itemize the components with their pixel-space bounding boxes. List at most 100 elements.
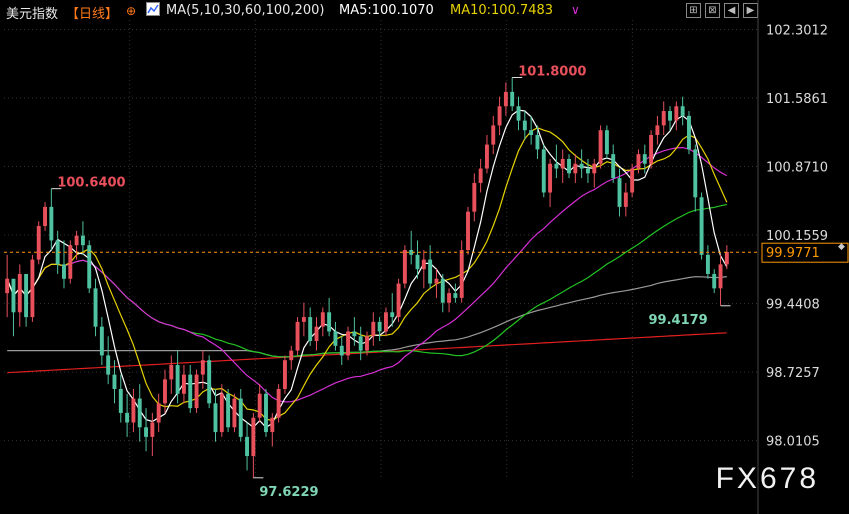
candle [541,144,546,198]
candle-body [718,264,723,289]
candle-body [522,120,527,131]
candle-body [169,365,174,380]
candle-body [642,154,647,164]
candle [371,312,376,346]
candle-body [535,135,540,150]
candle [598,125,603,169]
candlestick-chart[interactable]: 101.8000100.640097.622999.4179 102.30121… [0,0,849,514]
candle [693,144,698,212]
low-annotation: 97.6229 [259,485,318,500]
candle [137,384,142,442]
candle-body [49,206,54,241]
candle [358,326,363,361]
candle-body [5,278,10,294]
candle [131,388,136,433]
candle [630,163,635,198]
candle-body [131,398,136,423]
candle-body [106,355,111,375]
candle-body [112,374,117,389]
candle-body [636,154,641,169]
y-tick-label: 100.1559 [766,229,828,244]
candle [213,388,218,442]
candle-body [484,144,489,169]
candle-body [415,254,420,270]
candle-body [510,91,515,107]
y-tick-label: 102.3012 [766,23,828,38]
y-tick-label: 98.7257 [766,366,820,381]
candle [655,115,660,145]
candle-body [396,283,401,318]
candle-body [712,273,717,289]
candle-body [699,197,704,255]
high-annotation: 101.8000 [518,65,586,80]
candle [308,307,313,346]
candle [402,245,407,289]
candle-body [144,427,149,437]
candle-body [156,403,161,423]
candle-body [459,250,464,298]
candle-body [466,211,470,250]
candle [264,388,268,437]
candle-body [339,345,344,356]
candle-body [270,417,275,433]
candle [484,135,489,174]
candle [314,317,319,351]
candle [118,374,123,423]
candle-body [352,331,357,337]
candle [125,393,130,437]
candle-body [447,293,452,303]
candle-body [43,206,47,227]
candle-body [383,312,388,332]
candle-body [592,163,597,174]
candle [459,240,464,303]
candle-body [358,336,363,351]
candle [516,96,521,131]
candle-body [213,403,218,433]
candle-body [36,226,41,260]
candle-body [371,321,376,337]
y-tick-label: 99.4408 [766,298,820,313]
candle [106,336,111,385]
candle [522,111,527,140]
candle-body [598,130,603,164]
candle-body [276,388,281,418]
candle [30,254,35,322]
candle [421,250,426,289]
candle-body [68,245,73,279]
candle-body [194,374,199,409]
candle [36,221,41,265]
candle-body [264,393,268,433]
candle-body [554,163,559,169]
candle-body [308,317,313,342]
candle [232,393,237,433]
candle-body [674,106,679,121]
candle [87,240,92,294]
candle [74,230,79,260]
candle [434,269,439,298]
candle-body [541,149,546,193]
candle-body [453,293,458,298]
candle [560,149,565,183]
candle-body [150,422,155,437]
candle-body [118,388,123,413]
candle-body [245,436,250,457]
candle-body [390,312,395,318]
chart-grid [4,0,759,514]
watermark: FX678 [715,462,819,495]
candle [24,273,29,327]
candle [573,154,578,183]
candle-body [175,365,180,394]
candle [705,245,710,279]
candle-body [623,192,628,207]
candle [301,302,306,337]
candle-body [548,163,553,193]
candle [440,273,445,313]
candle [346,326,351,361]
candles [5,77,729,479]
candle-body [125,412,130,423]
candle-body [232,398,237,428]
candle-body [24,273,29,318]
candle [226,388,231,433]
candle-body [617,178,622,207]
candle-body [421,259,426,270]
